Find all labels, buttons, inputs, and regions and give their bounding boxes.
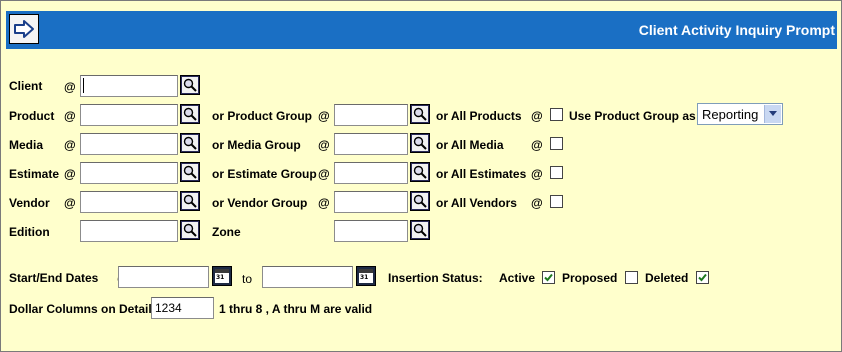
product-lookup-button[interactable] [180, 104, 200, 124]
page-title: Client Activity Inquiry Prompt [638, 22, 835, 38]
product-group-usage-value: Reporting [702, 107, 759, 122]
product-input[interactable] [80, 104, 178, 126]
product-group-lookup-button[interactable] [410, 104, 430, 124]
proceed-button[interactable] [9, 14, 39, 44]
estimate-group-at-symbol: @ [318, 167, 330, 181]
media-input[interactable] [80, 133, 178, 155]
all-media-checkbox[interactable] [550, 137, 563, 150]
checkmark-icon [544, 273, 553, 282]
all-vendors-checkbox[interactable] [550, 195, 563, 208]
all-products-at-symbol: @ [531, 109, 543, 123]
magnifier-icon [183, 223, 197, 237]
client-input[interactable] [80, 75, 178, 97]
vendor-label: Vendor [9, 196, 50, 210]
product-group-at-symbol: @ [318, 109, 330, 123]
magnifier-icon [413, 136, 427, 150]
dates-to-label: to [242, 272, 253, 286]
magnifier-icon [413, 165, 427, 179]
estimate-input[interactable] [80, 162, 178, 184]
edition-label: Edition [9, 225, 50, 239]
product-label: Product [9, 109, 55, 123]
estimate-group-label: or Estimate Group [212, 167, 317, 181]
active-checkbox[interactable] [542, 271, 555, 284]
media-group-input[interactable] [334, 133, 408, 155]
zone-label: Zone [212, 225, 241, 239]
magnifier-icon [413, 194, 427, 208]
insertion-status-label: Insertion Status: [388, 271, 483, 285]
estimate-lookup-button[interactable] [180, 162, 200, 182]
vendor-input[interactable] [80, 191, 178, 213]
dates-label: Start/End Dates [9, 271, 99, 285]
calendar-icon: 31 [215, 269, 229, 283]
vendor-lookup-button[interactable] [180, 191, 200, 211]
media-group-label: or Media Group [212, 138, 301, 152]
vendor-at-symbol: @ [64, 196, 76, 210]
all-vendors-label: or All Vendors [436, 196, 517, 210]
zone-lookup-button[interactable] [410, 220, 430, 240]
deleted-checkbox[interactable] [696, 271, 709, 284]
start-date-input[interactable] [118, 266, 209, 288]
all-estimates-checkbox[interactable] [550, 166, 563, 179]
magnifier-icon [183, 136, 197, 150]
use-product-group-label: Use Product Group as [569, 109, 696, 123]
magnifier-icon [183, 107, 197, 121]
vendor-group-input[interactable] [334, 191, 408, 213]
chevron-down-icon [769, 111, 777, 116]
all-media-at-symbol: @ [531, 138, 543, 152]
text-caret [83, 78, 84, 93]
arrow-right-icon [14, 20, 34, 38]
dropdown-arrow[interactable] [764, 105, 781, 123]
proposed-checkbox[interactable] [625, 271, 638, 284]
vendor-group-lookup-button[interactable] [410, 191, 430, 211]
proposed-label: Proposed [562, 271, 618, 285]
media-group-lookup-button[interactable] [410, 133, 430, 153]
checkmark-icon [698, 273, 707, 282]
zone-input[interactable] [334, 220, 408, 242]
dollar-columns-label: Dollar Columns on Detail [9, 302, 152, 316]
edition-lookup-button[interactable] [180, 220, 200, 240]
end-date-input[interactable] [262, 266, 353, 288]
prompt-panel: Client Activity Inquiry Prompt Client @ … [0, 0, 842, 352]
estimate-at-symbol: @ [64, 167, 76, 181]
product-group-label: or Product Group [212, 109, 312, 123]
magnifier-icon [413, 223, 427, 237]
edition-input[interactable] [80, 220, 178, 242]
calendar-icon: 31 [359, 269, 373, 283]
deleted-label: Deleted [645, 271, 689, 285]
magnifier-icon [413, 107, 427, 121]
magnifier-icon [183, 194, 197, 208]
dollar-columns-input[interactable] [151, 297, 214, 319]
magnifier-icon [183, 165, 197, 179]
media-group-at-symbol: @ [318, 138, 330, 152]
estimate-group-input[interactable] [334, 162, 408, 184]
all-estimates-label: or All Estimates [436, 167, 527, 181]
all-products-checkbox[interactable] [550, 108, 563, 121]
media-at-symbol: @ [64, 138, 76, 152]
vendor-group-label: or Vendor Group [212, 196, 308, 210]
client-lookup-button[interactable] [180, 75, 200, 95]
end-date-calendar-button[interactable]: 31 [356, 266, 376, 286]
client-at-symbol: @ [64, 80, 76, 94]
start-date-calendar-button[interactable]: 31 [212, 266, 232, 286]
product-group-input[interactable] [334, 104, 408, 126]
estimate-group-lookup-button[interactable] [410, 162, 430, 182]
all-products-label: or All Products [436, 109, 522, 123]
estimate-label: Estimate [9, 167, 60, 181]
active-label: Active [499, 271, 536, 285]
media-lookup-button[interactable] [180, 133, 200, 153]
all-media-label: or All Media [436, 138, 504, 152]
vendor-group-at-symbol: @ [318, 196, 330, 210]
all-vendors-at-symbol: @ [531, 196, 543, 210]
product-at-symbol: @ [64, 109, 76, 123]
dollar-columns-hint: 1 thru 8 , A thru M are valid [219, 302, 373, 316]
product-group-usage-select[interactable]: Reporting [697, 103, 783, 125]
all-estimates-at-symbol: @ [531, 167, 543, 181]
client-label: Client [9, 79, 43, 93]
magnifier-icon [183, 78, 197, 92]
media-label: Media [9, 138, 44, 152]
title-bar: Client Activity Inquiry Prompt [6, 11, 837, 49]
